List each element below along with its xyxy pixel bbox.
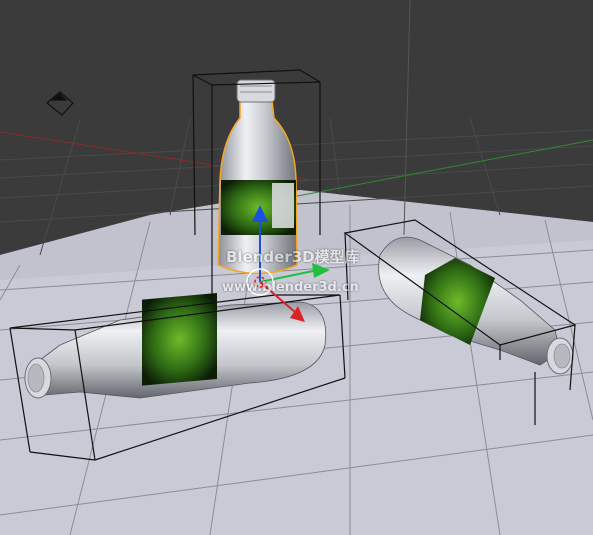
bottle-cap [546,337,574,375]
bottle-cap [24,357,52,399]
watermark-title: Blender3D模型库 [226,248,360,266]
bottle-upright-selected[interactable] [217,79,298,275]
3d-viewport[interactable]: Blender3D模型库 www.blender3d.cn [0,0,593,535]
camera-icon[interactable] [46,91,74,116]
bottle-label-text-panel [272,183,294,228]
vertical-guide-line [403,0,411,236]
y-axis-line [249,139,593,206]
watermark-url: www.blender3d.cn [222,280,359,295]
